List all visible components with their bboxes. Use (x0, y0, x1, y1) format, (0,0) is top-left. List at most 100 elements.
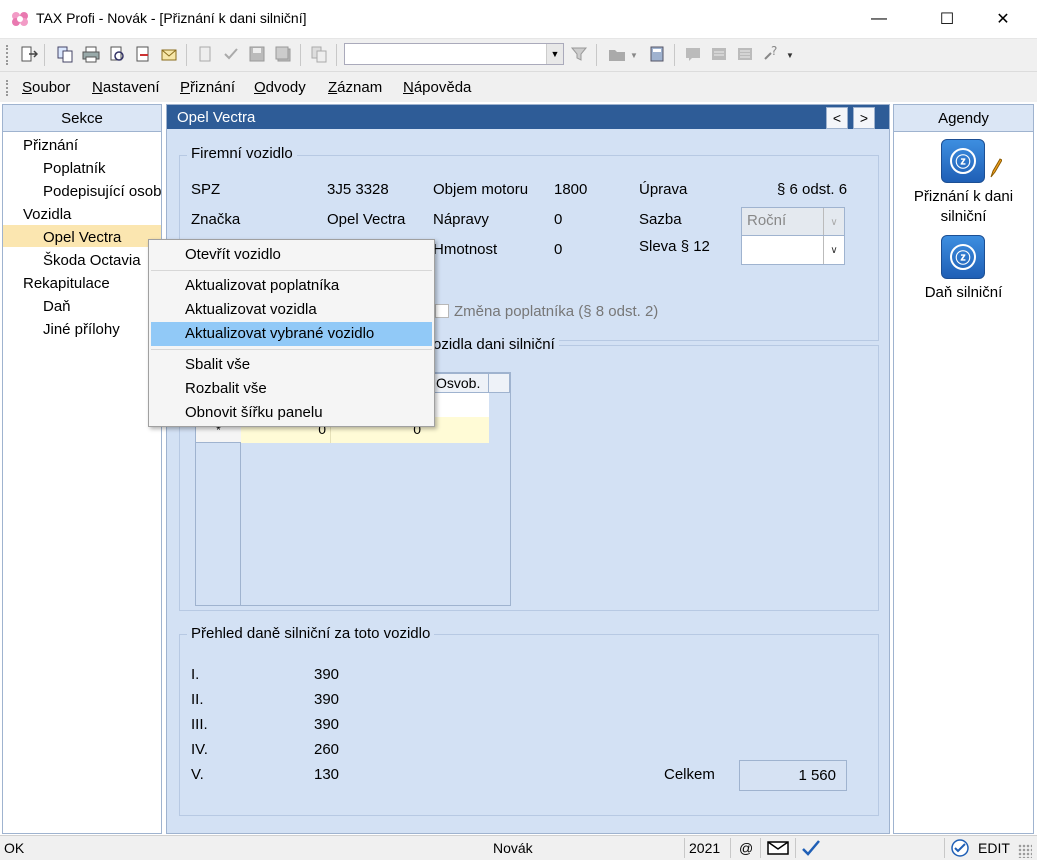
maximize-button[interactable]: ☐ (924, 0, 970, 38)
menu-item-update-selected-vehicle[interactable]: Aktualizovat vybrané vozidlo (151, 322, 432, 346)
status-user: Novák (493, 840, 533, 856)
tree-item-rekapitulace[interactable]: Rekapitulace (23, 275, 110, 292)
change-payer-checkbox[interactable] (435, 304, 449, 318)
agenda-item-tax-return[interactable]: Přiznání k dani silniční (894, 187, 1033, 227)
tree-item-dan[interactable]: Daň (43, 298, 71, 315)
agenda-item-road-tax[interactable]: Daň silniční (894, 283, 1033, 303)
quarter-1-value: 390 (314, 666, 340, 683)
menu-item-open-vehicle[interactable]: Otevřít vozidlo (151, 243, 432, 267)
toolbar: ▼ ▼ ? ▼ (0, 39, 1037, 72)
help-dropdown-icon[interactable]: ▼ (786, 51, 794, 60)
menu-nastaveni[interactable]: Nastavení (92, 79, 160, 96)
list-icon[interactable] (708, 43, 730, 65)
panel-title: Opel Vectra (177, 109, 256, 126)
overview-group-title: Přehled daně silniční za toto vozidlo (187, 625, 435, 642)
quarter-4-value: 260 (314, 741, 340, 758)
weight-value: 0 (554, 241, 563, 258)
filter-combobox[interactable]: ▼ (344, 43, 564, 65)
edit-mode-check-icon (951, 839, 969, 857)
weight-label: Hmotnost (433, 241, 498, 258)
chevron-down-icon[interactable]: ∨ (823, 236, 844, 264)
envelope-icon[interactable] (158, 43, 180, 65)
menubar-grip[interactable] (6, 80, 10, 96)
spz-label: SPZ (191, 181, 221, 198)
notes-icon[interactable] (734, 43, 756, 65)
signature-check-icon[interactable] (801, 839, 821, 857)
chevron-down-icon[interactable]: ∨ (823, 208, 844, 236)
menu-soubor[interactable]: Soubor (22, 79, 70, 96)
period-group-title: ozidla dani silniční (429, 336, 559, 353)
quarter-3-label: III. (191, 716, 208, 733)
quarter-4-label: IV. (191, 741, 208, 758)
total-value: 1 560 (798, 767, 836, 784)
folder-dropdown-icon[interactable]: ▼ (630, 51, 638, 60)
menu-napoveda[interactable]: Nápověda (403, 79, 471, 96)
exit-icon[interactable] (18, 43, 40, 65)
export-icon[interactable] (132, 43, 154, 65)
rate-label: Sazba (639, 211, 682, 228)
spz-value: 3J5 3328 (327, 181, 389, 198)
chevron-down-icon[interactable]: ▼ (546, 44, 563, 64)
quarter-2-value: 390 (314, 691, 340, 708)
menu-item-reset-panel-width[interactable]: Obnovit šířku panelu (151, 401, 432, 425)
tree-item-podepisujici-osoba[interactable]: Podepisující osoba (43, 183, 161, 200)
tax-return-agenda-icon[interactable]: ⓩ (941, 139, 985, 183)
menu-odvody[interactable]: Odvody (254, 79, 306, 96)
filter-icon[interactable] (568, 43, 590, 65)
brand-value: Opel Vectra (327, 211, 406, 228)
total-field: 1 560 (739, 760, 847, 791)
adjust-value: § 6 odst. 6 (777, 181, 848, 198)
previous-record-button[interactable]: < (826, 107, 848, 129)
close-button[interactable]: ✕ (980, 0, 1026, 38)
duplicate-icon[interactable] (308, 43, 330, 65)
tree-item-vozidla[interactable]: Vozidla (23, 206, 71, 223)
discount-label: Sleva § 12 (639, 238, 710, 255)
menu-item-update-vehicles[interactable]: Aktualizovat vozidla (151, 298, 432, 322)
discount-select[interactable]: ∨ (741, 235, 845, 265)
toolbar-grip[interactable] (6, 45, 10, 65)
mail-status-icon[interactable] (767, 840, 789, 856)
quarter-5-label: V. (191, 766, 204, 783)
copy-data-icon[interactable] (54, 43, 76, 65)
help-icon[interactable]: ? (760, 43, 782, 65)
total-label: Celkem (664, 766, 715, 783)
tree-item-opel-vectra[interactable]: Opel Vectra (43, 229, 121, 246)
menu-item-collapse-all[interactable]: Sbalit vše (151, 353, 432, 377)
folder-icon[interactable] (606, 43, 628, 65)
status-year: 2021 (689, 840, 721, 856)
calculator-icon[interactable] (646, 43, 668, 65)
tree-item-priznani[interactable]: Přiznání (23, 137, 78, 154)
rate-select[interactable]: Roční ∨ (741, 207, 845, 237)
print-preview-icon[interactable] (106, 43, 128, 65)
status-bar: OK Novák 2021 @ EDIT (0, 835, 1037, 860)
title-bar: TAX Profi - Novák - [Přiznání k dani sil… (0, 0, 1037, 39)
change-payer-label: Změna poplatníka (§ 8 odst. 2) (454, 303, 659, 320)
save-icon[interactable] (246, 43, 268, 65)
grid-column-header-osvob[interactable]: Osvob. (431, 373, 489, 393)
status-at: @ (739, 840, 754, 856)
status-mode: EDIT (978, 840, 1010, 856)
tree-item-jine-prilohy[interactable]: Jiné přílohy (43, 321, 120, 338)
comment-icon[interactable] (682, 43, 704, 65)
menu-priznani[interactable]: Přiznání (180, 79, 235, 96)
new-document-icon[interactable] (194, 43, 216, 65)
brand-label: Značka (191, 211, 241, 228)
minimize-button[interactable]: — (856, 0, 902, 38)
pencil-icon (990, 158, 1002, 178)
menu-item-update-payer[interactable]: Aktualizovat poplatníka (151, 274, 432, 298)
next-record-button[interactable]: > (853, 107, 875, 129)
menu-zaznam[interactable]: Záznam (328, 79, 382, 96)
save-all-icon[interactable] (272, 43, 294, 65)
agendas-panel: Agendy ⓩ Přiznání k dani silniční ⓩ Daň … (893, 104, 1034, 834)
panel-header: Opel Vectra < > (167, 105, 889, 129)
road-tax-agenda-icon[interactable]: ⓩ (941, 235, 985, 279)
status-state: OK (4, 840, 25, 856)
print-icon[interactable] (80, 43, 102, 65)
tree-item-poplatnik[interactable]: Poplatník (43, 160, 106, 177)
adjust-label: Úprava (639, 181, 688, 198)
check-icon[interactable] (220, 43, 242, 65)
resize-grip[interactable] (1018, 844, 1032, 858)
context-menu: Otevřít vozidlo Aktualizovat poplatníka … (148, 239, 435, 427)
menu-item-expand-all[interactable]: Rozbalit vše (151, 377, 432, 401)
tree-item-skoda-octavia[interactable]: Škoda Octavia (43, 252, 141, 269)
